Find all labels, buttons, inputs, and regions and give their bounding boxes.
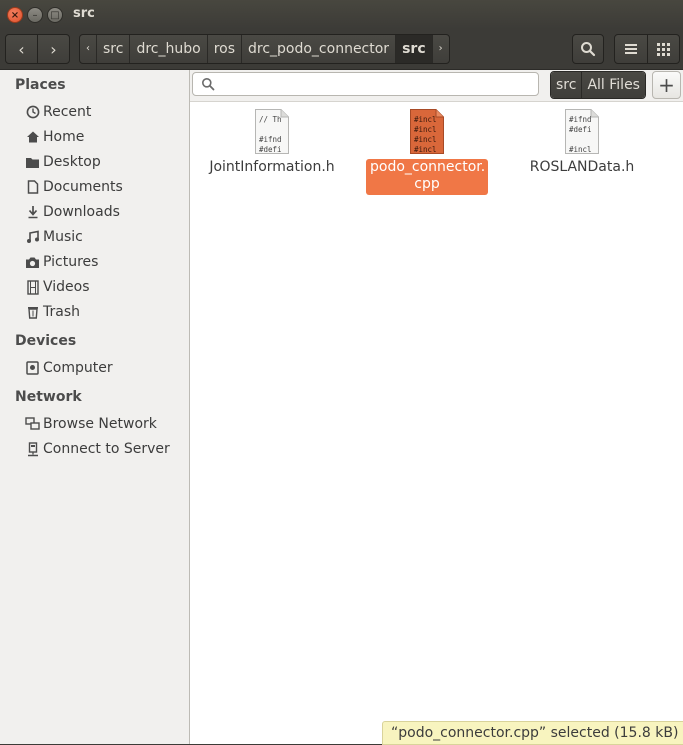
file-preview-text: // Th #ifnd #defi (259, 115, 282, 154)
add-search-criteria-button[interactable]: + (652, 71, 681, 99)
forward-button[interactable]: › (37, 35, 69, 63)
sidebar: Places Recent Home Desktop Documents Dow… (0, 70, 190, 744)
drive-icon (25, 361, 40, 376)
file-name-line-1: podo_connector. (370, 159, 486, 175)
search-icon (202, 78, 215, 91)
file-name: JointInformation.h (209, 159, 335, 175)
search-icon (581, 42, 596, 57)
music-icon (25, 230, 40, 245)
file-name: podo_connector. cpp (366, 159, 488, 195)
trash-icon (25, 305, 40, 320)
sidebar-item-home[interactable]: Home (25, 127, 84, 147)
breadcrumb-item-drc-podo-connector[interactable]: drc_podo_connector (241, 35, 395, 63)
sidebar-item-pictures[interactable]: Pictures (25, 252, 98, 272)
document-icon (25, 180, 40, 195)
toolbar: ‹ › ‹ src drc_hubo ros drc_podo_connecto… (0, 29, 683, 70)
file-preview-text: #incl #incl #incl #incl (414, 115, 437, 154)
maximize-window-button[interactable]: □ (47, 7, 63, 23)
sidebar-item-label: Music (43, 229, 83, 245)
text-file-icon: // Th #ifnd #defi (255, 109, 289, 154)
window-title: src (73, 6, 95, 21)
breadcrumb-scroll-right[interactable]: › (431, 35, 449, 63)
download-icon (25, 205, 40, 220)
text-file-icon: #ifnd #defi #incl (565, 109, 599, 154)
close-window-button[interactable]: × (7, 7, 23, 23)
text-file-icon: #incl #incl #incl #incl (410, 109, 444, 154)
sidebar-item-label: Computer (43, 360, 113, 376)
sidebar-section-network: Network (15, 389, 82, 405)
sidebar-item-computer[interactable]: Computer (25, 358, 113, 378)
server-icon (25, 441, 40, 457)
network-icon (25, 417, 40, 432)
breadcrumb-scroll-left[interactable]: ‹ (80, 35, 96, 63)
file-item-selected[interactable]: #incl #incl #incl #incl podo_connector. c… (352, 109, 502, 195)
sidebar-item-downloads[interactable]: Downloads (25, 202, 120, 222)
camera-icon (25, 255, 40, 270)
view-toggle (614, 34, 680, 64)
breadcrumb-item-ros[interactable]: ros (206, 35, 241, 63)
search-bar: src All Files + (190, 70, 683, 102)
home-icon (25, 130, 40, 145)
back-button[interactable]: ‹ (6, 35, 37, 63)
sidebar-item-label: Pictures (43, 254, 99, 270)
file-item[interactable]: #ifnd #defi #incl ROSLANData.h (507, 109, 657, 176)
file-name: ROSLANData.h (529, 159, 635, 175)
sidebar-item-label: Home (43, 129, 85, 145)
breadcrumb-item-src[interactable]: src (96, 35, 129, 63)
list-view-icon (624, 44, 637, 54)
search-input[interactable] (219, 75, 533, 95)
file-view: src All Files + // Th #ifnd #defi JointI… (190, 70, 683, 745)
scope-current-folder[interactable]: src (551, 72, 582, 98)
history-nav: ‹ › (5, 34, 70, 64)
sidebar-item-desktop[interactable]: Desktop (25, 152, 101, 172)
sidebar-item-label: Videos (43, 279, 90, 295)
sidebar-item-label: Recent (43, 104, 92, 120)
breadcrumb: ‹ src drc_hubo ros drc_podo_connector sr… (79, 34, 450, 64)
breadcrumb-item-current[interactable]: src (395, 35, 432, 63)
sidebar-item-recent[interactable]: Recent (25, 102, 91, 122)
folder-icon (25, 155, 40, 170)
sidebar-section-places: Places (15, 77, 66, 93)
film-icon (25, 279, 40, 295)
scope-all-files[interactable]: All Files (581, 72, 645, 98)
sidebar-item-browse-network[interactable]: Browse Network (25, 414, 157, 434)
file-preview-text: #ifnd #defi #incl (569, 115, 592, 154)
search-scope: src All Files (550, 71, 646, 99)
title-bar: × – □ src (0, 0, 683, 29)
sidebar-item-connect-to-server[interactable]: Connect to Server (25, 439, 170, 459)
grid-view-button[interactable] (646, 35, 680, 63)
sidebar-item-label: Trash (43, 304, 80, 320)
clock-icon (25, 105, 40, 120)
sidebar-item-label: Connect to Server (43, 441, 170, 457)
sidebar-item-trash[interactable]: Trash (25, 302, 80, 322)
selection-status: “podo_connector.cpp” selected (15.8 kB) (382, 721, 683, 745)
back-arrow-icon: ‹ (18, 39, 25, 59)
minimize-window-button[interactable]: – (27, 7, 43, 23)
grid-view-icon (656, 42, 670, 56)
sidebar-item-documents[interactable]: Documents (25, 177, 123, 197)
sidebar-section-devices: Devices (15, 333, 77, 349)
file-item[interactable]: // Th #ifnd #defi JointInformation.h (197, 109, 347, 176)
file-manager-window: × – □ src ‹ › ‹ src drc_hubo ros drc_pod… (0, 0, 683, 745)
plus-icon: + (658, 73, 675, 97)
search-field[interactable] (192, 72, 539, 96)
search-button[interactable] (572, 34, 604, 64)
sidebar-item-label: Browse Network (43, 416, 157, 432)
file-name-line-2: cpp (414, 176, 440, 192)
sidebar-item-label: Desktop (43, 154, 101, 170)
breadcrumb-item-drc-hubo[interactable]: drc_hubo (129, 35, 206, 63)
sidebar-item-label: Documents (43, 179, 123, 195)
sidebar-item-videos[interactable]: Videos (25, 277, 90, 297)
list-view-button[interactable] (615, 35, 647, 63)
sidebar-item-music[interactable]: Music (25, 227, 83, 247)
sidebar-item-label: Downloads (43, 204, 120, 220)
forward-arrow-icon: › (50, 39, 57, 59)
